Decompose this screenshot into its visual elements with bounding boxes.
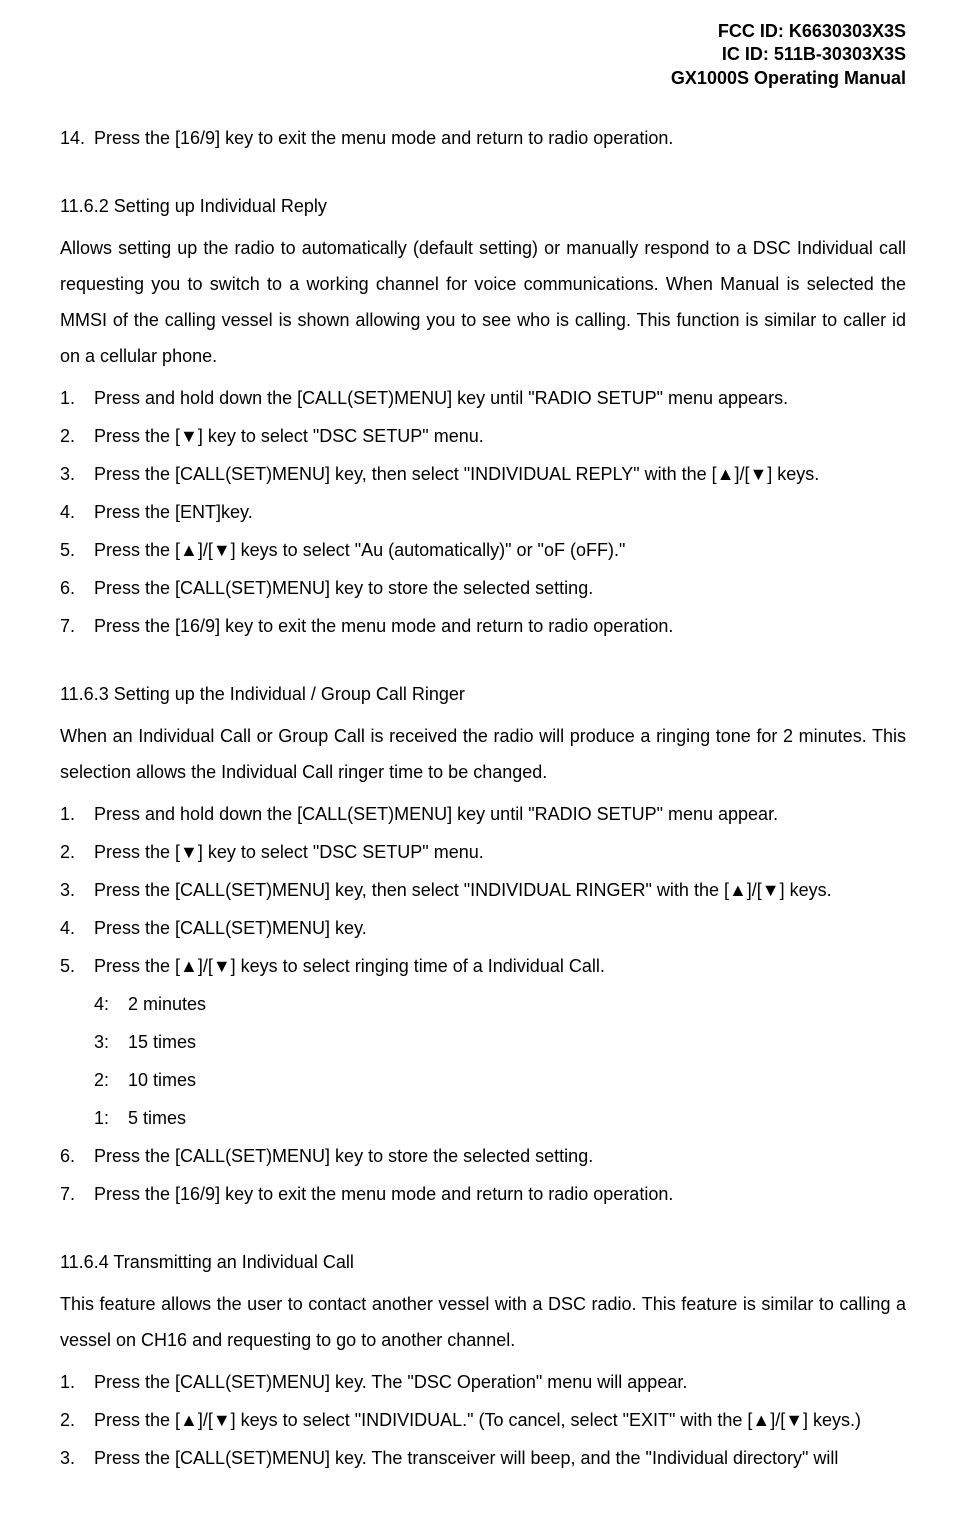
list-item: 5. Press the [▲]/[▼] keys to select "Au … <box>60 532 906 568</box>
list-item: 4. Press the [ENT]key. <box>60 494 906 530</box>
list-item: 2. Press the [▲]/[▼] keys to select "IND… <box>60 1402 906 1438</box>
list-item: 2. Press the [▼] key to select "DSC SETU… <box>60 834 906 870</box>
step-number: 2. <box>60 1402 94 1438</box>
step-number: 3. <box>60 872 94 908</box>
step-text: Press the [▲]/[▼] keys to select ringing… <box>94 948 906 984</box>
sublist-text: 10 times <box>128 1062 196 1098</box>
step-number: 14. <box>60 120 94 156</box>
list-item: 6. Press the [CALL(SET)MENU] key to stor… <box>60 570 906 606</box>
list-item: 1. Press and hold down the [CALL(SET)MEN… <box>60 380 906 416</box>
step-number: 5. <box>60 948 94 984</box>
step-number: 6. <box>60 570 94 606</box>
page-header: FCC ID: K6630303X3S IC ID: 511B-30303X3S… <box>60 20 906 90</box>
sublist-text: 2 minutes <box>128 986 206 1022</box>
step-text: Press the [▼] key to select "DSC SETUP" … <box>94 834 906 870</box>
sublist-number: 2: <box>94 1062 128 1098</box>
list-item: 3. Press the [CALL(SET)MENU] key, then s… <box>60 456 906 492</box>
list-item: 3. Press the [CALL(SET)MENU] key, then s… <box>60 872 906 908</box>
step-number: 2. <box>60 834 94 870</box>
step-text: Press the [CALL(SET)MENU] key. The trans… <box>94 1440 906 1476</box>
list-item: 1. Press the [CALL(SET)MENU] key. The "D… <box>60 1364 906 1400</box>
step-text: Press the [CALL(SET)MENU] key. The "DSC … <box>94 1364 906 1400</box>
step-text: Press the [CALL(SET)MENU] key, then sele… <box>94 872 906 908</box>
sublist-number: 3: <box>94 1024 128 1060</box>
step-text: Press the [CALL(SET)MENU] key. <box>94 910 906 946</box>
list-item: 1. Press and hold down the [CALL(SET)MEN… <box>60 796 906 832</box>
section-heading-11-6-4: 11.6.4 Transmitting an Individual Call <box>60 1244 906 1280</box>
list-item: 5. Press the [▲]/[▼] keys to select ring… <box>60 948 906 984</box>
sublist-number: 1: <box>94 1100 128 1136</box>
step-number: 4. <box>60 494 94 530</box>
sublist-item: 4: 2 minutes <box>94 986 906 1022</box>
step-text: Press and hold down the [CALL(SET)MENU] … <box>94 796 906 832</box>
step-text: Press the [16/9] key to exit the menu mo… <box>94 120 906 156</box>
step-number: 4. <box>60 910 94 946</box>
step-text: Press the [16/9] key to exit the menu mo… <box>94 1176 906 1212</box>
step-text: Press the [CALL(SET)MENU] key to store t… <box>94 570 906 606</box>
step-number: 7. <box>60 608 94 644</box>
step-text: Press the [▲]/[▼] keys to select "Au (au… <box>94 532 906 568</box>
step-text: Press the [▼] key to select "DSC SETUP" … <box>94 418 906 454</box>
sublist-text: 15 times <box>128 1024 196 1060</box>
step-text: Press the [CALL(SET)MENU] key, then sele… <box>94 456 906 492</box>
step-14: 14. Press the [16/9] key to exit the men… <box>60 120 906 156</box>
sublist-number: 4: <box>94 986 128 1022</box>
sublist-item: 2: 10 times <box>94 1062 906 1098</box>
step-number: 1. <box>60 796 94 832</box>
step-number: 5. <box>60 532 94 568</box>
step-text: Press and hold down the [CALL(SET)MENU] … <box>94 380 906 416</box>
list-item: 2. Press the [▼] key to select "DSC SETU… <box>60 418 906 454</box>
sublist-text: 5 times <box>128 1100 186 1136</box>
list-item: 7. Press the [16/9] key to exit the menu… <box>60 608 906 644</box>
sublist-item: 1: 5 times <box>94 1100 906 1136</box>
section-paragraph: Allows setting up the radio to automatic… <box>60 230 906 374</box>
section-paragraph: When an Individual Call or Group Call is… <box>60 718 906 790</box>
step-number: 7. <box>60 1176 94 1212</box>
step-text: Press the [▲]/[▼] keys to select "INDIVI… <box>94 1402 906 1438</box>
step-number: 1. <box>60 380 94 416</box>
section-heading-11-6-2: 11.6.2 Setting up Individual Reply <box>60 188 906 224</box>
list-item: 3. Press the [CALL(SET)MENU] key. The tr… <box>60 1440 906 1476</box>
manual-title: GX1000S Operating Manual <box>60 67 906 90</box>
step-number: 2. <box>60 418 94 454</box>
list-item: 6. Press the [CALL(SET)MENU] key to stor… <box>60 1138 906 1174</box>
step-number: 3. <box>60 456 94 492</box>
step-number: 6. <box>60 1138 94 1174</box>
fcc-id: FCC ID: K6630303X3S <box>60 20 906 43</box>
section-heading-11-6-3: 11.6.3 Setting up the Individual / Group… <box>60 676 906 712</box>
list-item: 7. Press the [16/9] key to exit the menu… <box>60 1176 906 1212</box>
step-text: Press the [16/9] key to exit the menu mo… <box>94 608 906 644</box>
step-number: 3. <box>60 1440 94 1476</box>
document-page: FCC ID: K6630303X3S IC ID: 511B-30303X3S… <box>0 0 966 1518</box>
list-item: 4. Press the [CALL(SET)MENU] key. <box>60 910 906 946</box>
step-text: Press the [CALL(SET)MENU] key to store t… <box>94 1138 906 1174</box>
sublist-item: 3: 15 times <box>94 1024 906 1060</box>
sublist: 4: 2 minutes 3: 15 times 2: 10 times 1: … <box>94 986 906 1136</box>
step-number: 1. <box>60 1364 94 1400</box>
step-text: Press the [ENT]key. <box>94 494 906 530</box>
ic-id: IC ID: 511B-30303X3S <box>60 43 906 66</box>
section-paragraph: This feature allows the user to contact … <box>60 1286 906 1358</box>
